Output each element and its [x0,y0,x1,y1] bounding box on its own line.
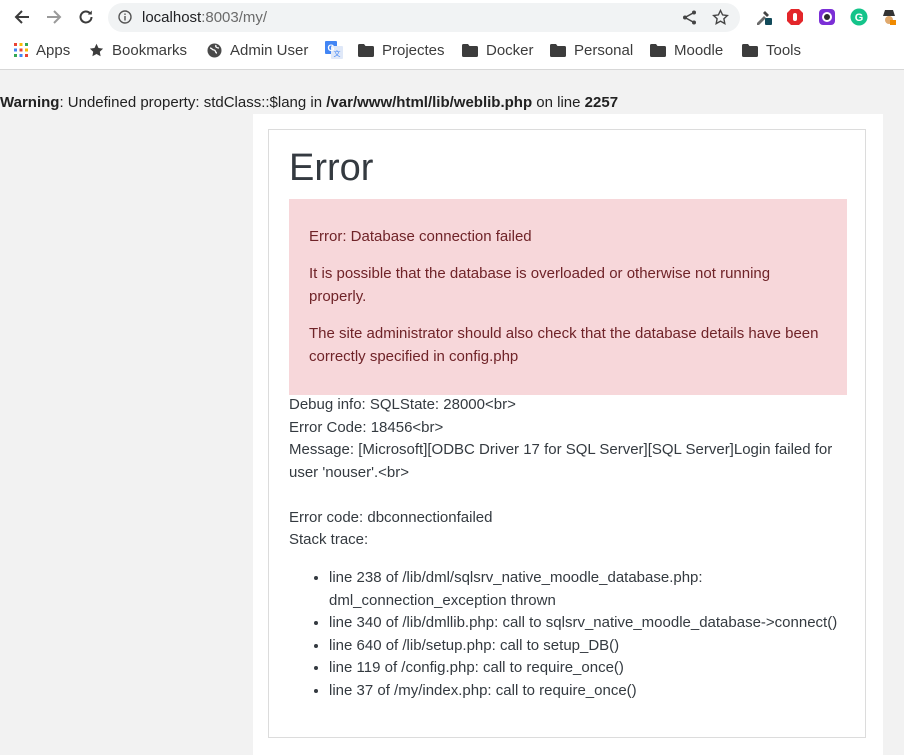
error-title: Error [289,147,374,189]
folder-icon [650,43,666,57]
url-host: localhost [142,9,202,26]
php-warning: Warning: Undefined property: stdClass::$… [0,94,618,111]
bookmarks-bar: Apps Bookmarks Admin User G文 Projectes D… [0,36,904,64]
alert-message: It is possible that the database is over… [309,265,771,305]
error-alert: Error: Database connection failed It is … [289,199,847,395]
debug-info: Debug info: SQLState: 28000<br> Error Co… [289,394,849,552]
stack-trace-item: line 340 of /lib/dmllib.php: call to sql… [329,612,849,635]
bookmark-label: Admin User [230,41,309,59]
bookmark-star-icon[interactable] [712,9,729,26]
arrow-right-icon [47,10,62,24]
stack-trace-list: line 238 of /lib/dml/sqlsrv_native_moodl… [289,567,849,702]
svg-text:G: G [855,12,864,24]
folder-icon [550,43,566,57]
folder-icon [358,43,374,57]
bookmark-label: Tools [766,41,802,59]
alert-message: The site administrator should also check… [309,325,819,365]
back-button[interactable] [10,5,34,29]
bookmark-label: Moodle [674,41,724,59]
svg-text:文: 文 [334,49,341,58]
bookmark-bookmarks[interactable]: Bookmarks [89,36,187,64]
bookmark-label: Apps [36,41,71,59]
color-extension-icon[interactable] [818,8,836,26]
bookmark-label: Personal [574,41,634,59]
debug-line: Message: [Microsoft][ODBC Driver 17 for … [289,441,833,481]
error-code: Error code: dbconnectionfailed [289,508,493,526]
arrow-left-icon [14,10,29,24]
folder-icon [742,43,758,57]
warning-line-number: 2257 [584,94,619,111]
spy-extension-icon[interactable] [880,8,898,26]
bookmark-folder-moodle[interactable]: Moodle [650,36,723,64]
bookmark-apps[interactable]: Apps [14,36,70,64]
globe-icon [207,43,222,57]
bookmark-translate[interactable]: G文 [325,36,351,64]
url-text[interactable]: localhost:8003/my/ [142,9,267,26]
warning-label: Warning [0,94,60,111]
adblock-extension-icon[interactable] [786,8,804,26]
stack-trace-item: line 640 of /lib/setup.php: call to setu… [329,635,849,658]
star-icon [89,43,104,56]
apps-grid-icon [14,43,28,57]
translate-icon: G文 [325,41,343,59]
stack-trace-item: line 119 of /config.php: call to require… [329,657,849,680]
bookmark-folder-tools[interactable]: Tools [742,36,801,64]
bookmark-label: Projectes [382,41,445,59]
alert-message: Error: Database connection failed [309,228,532,245]
stack-trace-item: line 37 of /my/index.php: call to requir… [329,680,849,703]
address-bar[interactable]: localhost:8003/my/ [108,3,740,32]
bookmark-folder-projectes[interactable]: Projectes [358,36,445,64]
reload-icon [79,10,93,24]
bookmark-label: Bookmarks [112,41,188,59]
browser-toolbar: localhost:8003/my/ G Apps Bookmarks Admi… [0,0,904,70]
bookmark-folder-docker[interactable]: Docker [462,36,534,64]
warning-path: /var/www/html/lib/weblib.php [326,94,533,111]
info-icon[interactable] [118,10,132,24]
share-icon[interactable] [681,9,698,26]
folder-icon [462,43,478,57]
debug-line: Error Code: 18456<br> [289,418,444,436]
forward-button[interactable] [42,5,66,29]
stack-trace-label: Stack trace: [289,531,369,548]
url-path: :8003/my/ [201,9,268,26]
debug-line: Debug info: SQLState: 28000<br> [289,396,516,413]
bookmark-folder-personal[interactable]: Personal [550,36,633,64]
reload-button[interactable] [74,5,98,29]
bookmark-admin-user[interactable]: Admin User [207,36,308,64]
bookmark-label: Docker [486,41,534,59]
stack-trace-item: line 238 of /lib/dml/sqlsrv_native_moodl… [329,567,849,612]
eyedropper-extension-icon[interactable] [754,8,772,26]
warning-text: : Undefined property: stdClass::$lang in [59,94,327,111]
grammarly-extension-icon[interactable]: G [850,8,868,26]
warning-text-line: on line [532,94,585,111]
